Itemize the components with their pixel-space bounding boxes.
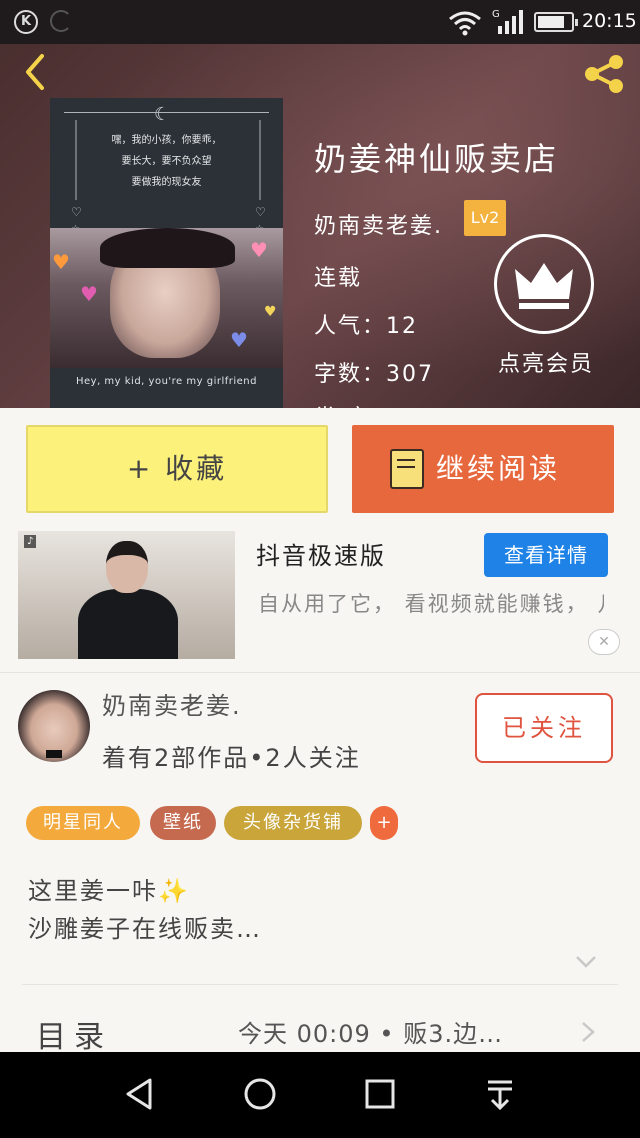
popularity-value: 12 xyxy=(386,314,419,339)
divider xyxy=(0,672,640,673)
divider xyxy=(22,984,618,985)
word-count-value: 307 xyxy=(386,362,435,387)
catalog-label[interactable]: 目录 xyxy=(36,1012,112,1056)
nav-recents-icon[interactable] xyxy=(360,1074,400,1114)
tag-touxiang[interactable]: 头像杂货铺 xyxy=(224,806,362,840)
catalog-latest-chapter[interactable]: 今天 00:09 • 贩3.边… xyxy=(238,1014,503,1049)
svg-text:♡: ♡ xyxy=(255,205,266,219)
intro-line-1: 这里姜一咔✨ xyxy=(28,872,262,910)
status-bar: K G 20:15 xyxy=(0,0,640,44)
tag-bizhi[interactable]: 壁纸 xyxy=(150,806,216,840)
book-cover[interactable]: ☾ ♡ ♡ ☆ ☆ 嘿，我的小孩，你要乖， 要长大，要不负众望 要做我的现女友 … xyxy=(50,98,283,408)
popularity-label: 人气： xyxy=(314,314,387,339)
wifi-icon xyxy=(449,11,481,36)
crown-icon xyxy=(515,263,573,309)
category-line-partial: 类 字 xyxy=(314,400,371,408)
continue-reading-label: 继续阅读 xyxy=(436,452,561,485)
nav-home-icon[interactable] xyxy=(240,1074,280,1114)
chevron-right-icon[interactable] xyxy=(580,1020,596,1044)
word-count: 字数：307 xyxy=(314,356,434,388)
follow-button[interactable]: 已关注 xyxy=(475,693,613,763)
poem-line: 要做我的现女友 xyxy=(131,177,202,188)
poem-line: 要长大，要不负众望 xyxy=(121,156,212,167)
signal-icon: G xyxy=(492,9,523,34)
vip-button[interactable]: 点亮会员 xyxy=(486,234,606,384)
sync-icon xyxy=(50,10,72,32)
battery-level xyxy=(538,16,564,28)
intro-line-2: 沙雕姜子在线贩卖… xyxy=(28,915,262,943)
ad-detail-button[interactable]: 查看详情 xyxy=(484,533,608,577)
collect-button[interactable]: + 收藏 xyxy=(26,425,328,513)
heart-icon: ♥ xyxy=(80,282,98,306)
vip-ring xyxy=(494,234,594,334)
level-badge: Lv2 xyxy=(464,200,506,236)
system-nav-bar xyxy=(0,1052,640,1138)
intro-text: 这里姜一咔 xyxy=(28,877,158,905)
ad-close-icon[interactable]: ✕ xyxy=(588,629,620,655)
book-intro: 这里姜一咔✨ 沙雕姜子在线贩卖… xyxy=(28,872,262,948)
book-title: 奶姜神仙贩卖店 xyxy=(314,140,560,178)
heart-icon: ♥ xyxy=(230,328,248,352)
avatar-bow xyxy=(46,750,62,758)
cover-photo: ♥ ♥ ♥ ♥ ♥ xyxy=(50,228,283,368)
heart-icon: ♥ xyxy=(250,238,268,262)
author-row-name[interactable]: 奶南卖老姜. xyxy=(102,686,242,721)
cover-caption: Hey, my kid, you're my girlfriend xyxy=(75,376,257,387)
cover-poem: 嘿，我的小孩，你要乖， 要长大，要不负众望 要做我的现女友 xyxy=(70,130,263,193)
book-icon xyxy=(390,449,424,489)
ad-person-head xyxy=(106,541,148,593)
poem-line: 嘿，我的小孩，你要乖， xyxy=(111,135,222,146)
author-stats: 着有2部作品•2人关注 xyxy=(102,744,361,772)
share-icon[interactable] xyxy=(580,54,628,94)
word-count-label: 字数： xyxy=(314,362,387,387)
ad-person-body xyxy=(78,589,178,659)
vip-label: 点亮会员 xyxy=(497,352,594,377)
clock: 20:15 xyxy=(582,10,637,32)
popularity: 人气：12 xyxy=(314,308,418,340)
portrait-hair xyxy=(100,228,235,268)
sparkle-icon: ✨ xyxy=(158,877,190,905)
battery-icon xyxy=(534,12,578,32)
svg-text:♡: ♡ xyxy=(71,205,82,219)
nav-notification-pull-icon[interactable] xyxy=(480,1074,520,1114)
author-name[interactable]: 奶南卖老姜. xyxy=(314,208,443,240)
heart-icon: ♥ xyxy=(52,250,70,274)
author-avatar[interactable] xyxy=(18,690,90,762)
ad-description[interactable]: 自从用了它， 看视频就能赚钱， 几十块钱轻松进账， xyxy=(258,588,604,620)
back-button[interactable] xyxy=(16,50,56,90)
douyin-logo-icon: ♪ xyxy=(24,535,37,548)
network-type: G xyxy=(492,9,500,20)
book-header: ☾ ♡ ♡ ☆ ☆ 嘿，我的小孩，你要乖， 要长大，要不负众望 要做我的现女友 … xyxy=(0,44,640,408)
add-tag-button[interactable]: + xyxy=(370,806,398,840)
continue-reading-button[interactable]: 继续阅读 xyxy=(352,425,614,513)
ad-title[interactable]: 抖音极速版 xyxy=(256,536,386,571)
ad-thumbnail[interactable]: ♪ xyxy=(18,531,235,659)
heart-icon: ♥ xyxy=(264,304,277,320)
serial-status: 连载 xyxy=(314,266,363,291)
k-app-icon: K xyxy=(14,10,38,34)
chevron-down-icon[interactable] xyxy=(574,952,598,972)
tag-mingxing[interactable]: 明星同人 xyxy=(26,806,140,840)
nav-back-icon[interactable] xyxy=(120,1074,160,1114)
